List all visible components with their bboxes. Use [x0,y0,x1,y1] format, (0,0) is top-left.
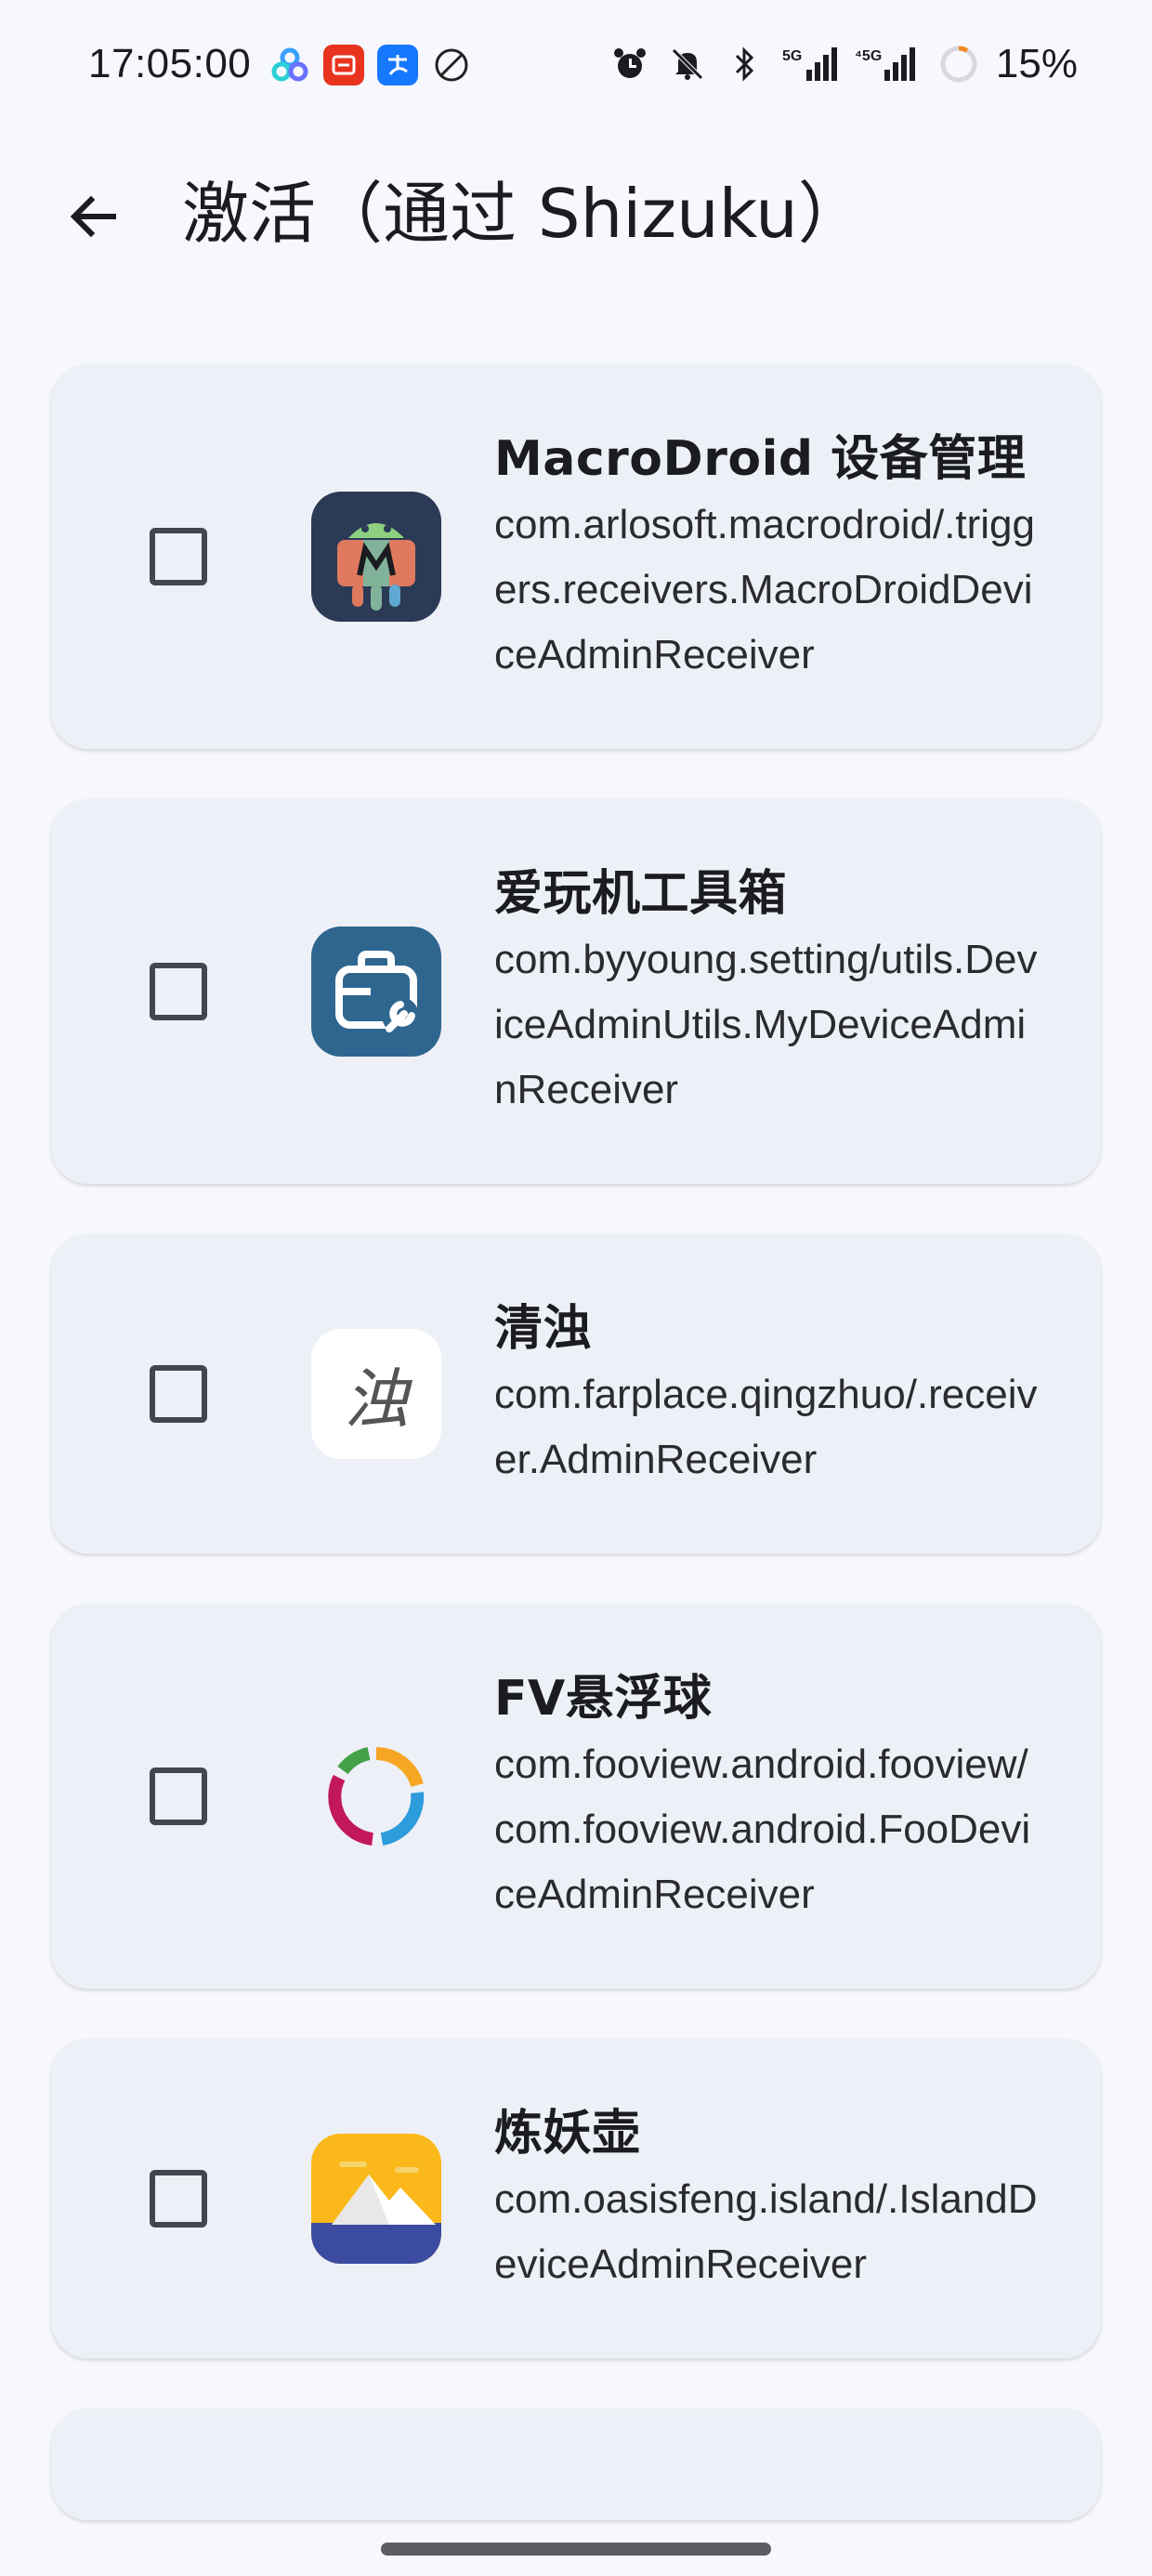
select-checkbox[interactable] [150,2170,207,2228]
toolbox-icon [311,927,441,1057]
battery-ring-icon [938,44,979,85]
app-name: 炼妖壶 [494,2106,641,2162]
receiver-list: MacroDroid 设备管理 com.arlosoft.macrodroid/… [51,364,1101,2570]
qingzhuo-icon: 浊 [311,1329,441,1459]
signal-5g-icon: 5G [782,44,838,85]
receiver-card[interactable]: MacroDroid 设备管理 com.arlosoft.macrodroid/… [51,364,1101,749]
ad-block-icon [431,45,472,85]
alarm-icon [609,44,650,85]
component-name: com.arlosoft.macrodroid/.triggers.receiv… [494,502,1035,677]
receiver-card[interactable]: FV悬浮球 com.fooview.android.fooview/com.fo… [51,1604,1101,1989]
svg-text:5G: 5G [782,48,802,64]
app-name: FV悬浮球 [494,1671,713,1727]
status-bar: 17:05:00 5G ⁴5G 15% [0,0,1152,139]
back-button[interactable] [46,170,139,263]
receiver-card[interactable]: 浊 清浊 com.farplace.qingzhuo/.receiver.Adm… [51,1234,1101,1554]
gesture-handle[interactable] [381,2543,771,2556]
receiver-card-partial[interactable] [51,2409,1101,2520]
select-checkbox[interactable] [150,1768,207,1825]
receiver-card[interactable]: 爱玩机工具箱 com.byyoung.setting/utils.DeviceA… [51,799,1101,1184]
svg-text:⁴5G: ⁴5G [855,48,882,64]
bluetooth-icon [725,44,766,85]
bell-off-icon [667,44,708,85]
app-name: MacroDroid 设备管理 [494,431,1027,487]
cloud-app-icon [269,45,310,85]
component-name: com.byyoung.setting/utils.DeviceAdminUti… [494,937,1038,1112]
component-name: com.oasisfeng.island/.IslandDeviceAdminR… [494,2176,1038,2287]
system-icons: 5G ⁴5G 15% [609,41,1078,87]
battery-percent: 15% [995,41,1078,86]
arrow-back-icon [70,195,116,238]
app-name: 爱玩机工具箱 [494,866,788,922]
macrodroid-icon [311,492,441,622]
notification-icons [269,45,472,85]
select-checkbox[interactable] [150,1365,207,1423]
component-name: com.fooview.android.fooview/com.fooview.… [494,1741,1031,1917]
fv-ring-icon [311,1731,441,1861]
component-name: com.farplace.qingzhuo/.receiver.AdminRec… [494,1372,1038,1482]
qingzhuo-glyph: 浊 [344,1360,409,1438]
island-icon [311,2134,441,2264]
select-checkbox[interactable] [150,528,207,585]
alipay-icon [377,45,418,85]
status-time: 17:05:00 [88,41,252,86]
page-title: 激活（通过 Shizuku） [182,175,865,253]
top-app-bar: 激活（通过 Shizuku） [0,139,1152,279]
signal-5g-2-icon: ⁴5G [855,44,922,85]
receiver-card[interactable]: 炼妖壶 com.oasisfeng.island/.IslandDeviceAd… [51,2039,1101,2359]
taobao-icon [323,45,364,85]
select-checkbox[interactable] [150,963,207,1020]
app-name: 清浊 [494,1301,593,1357]
